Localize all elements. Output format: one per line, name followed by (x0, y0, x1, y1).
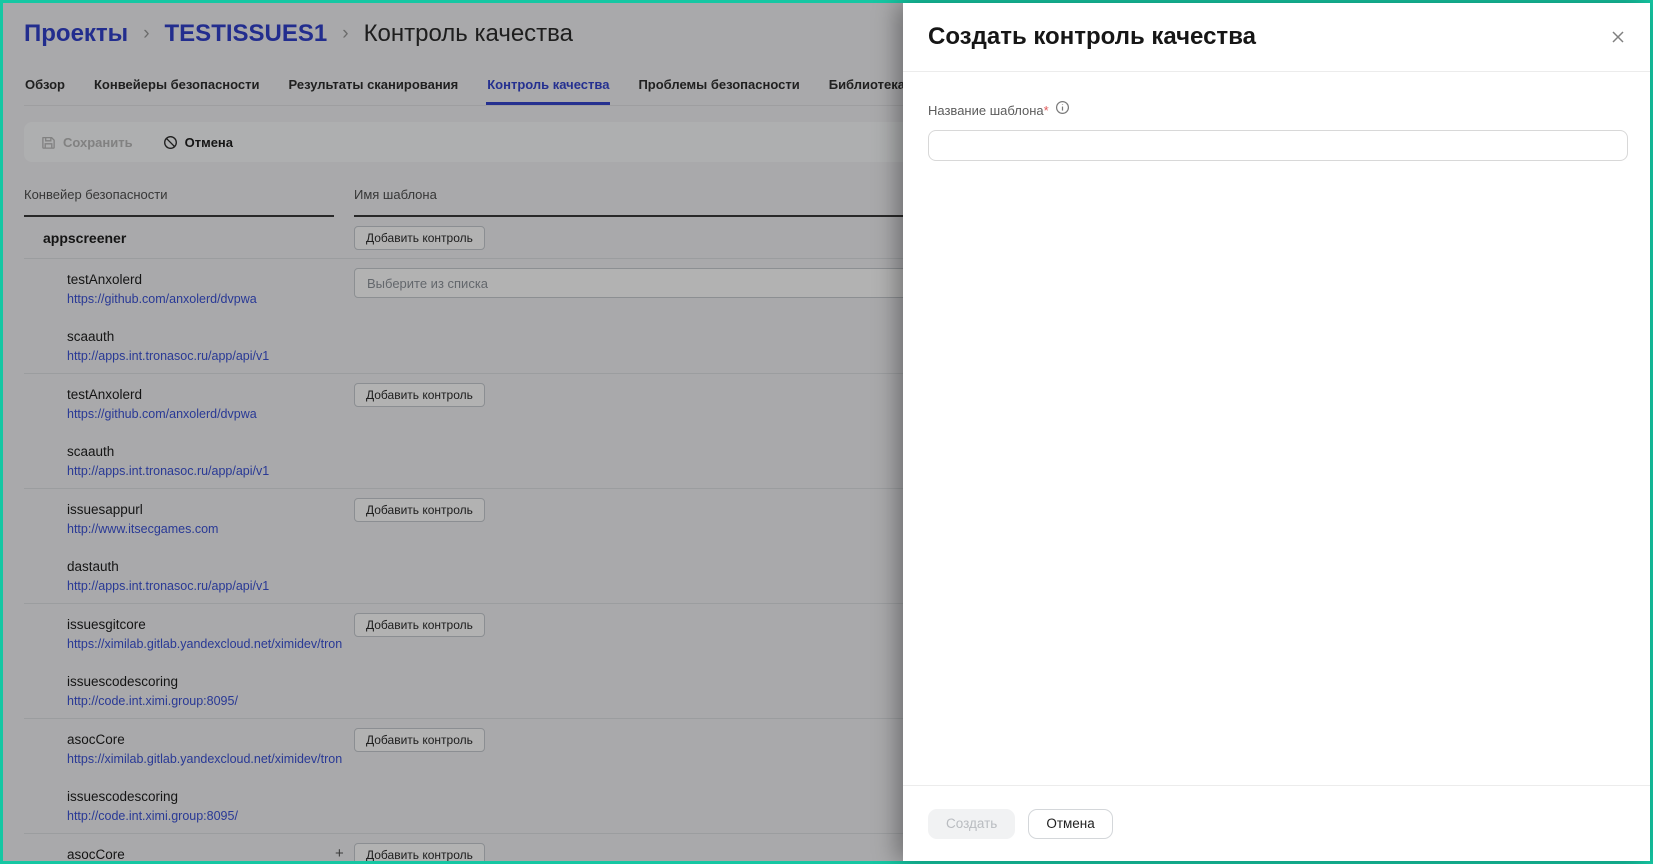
drawer-body: Название шаблона* (903, 72, 1650, 161)
drawer-title: Создать контроль качества (928, 23, 1256, 51)
create-quality-control-drawer: Создать контроль качества Название шабло… (903, 3, 1650, 861)
cancel-button[interactable]: Отмена (1028, 809, 1112, 839)
info-icon[interactable] (1055, 100, 1070, 120)
close-icon (1610, 33, 1626, 48)
close-button[interactable] (1606, 25, 1630, 49)
drawer-header: Создать контроль качества (903, 3, 1650, 72)
drawer-footer: Создать Отмена (903, 785, 1650, 861)
create-button[interactable]: Создать (928, 809, 1015, 839)
template-name-input[interactable] (928, 130, 1628, 161)
required-mark: * (1044, 103, 1049, 118)
template-name-label: Название шаблона* (928, 103, 1049, 118)
